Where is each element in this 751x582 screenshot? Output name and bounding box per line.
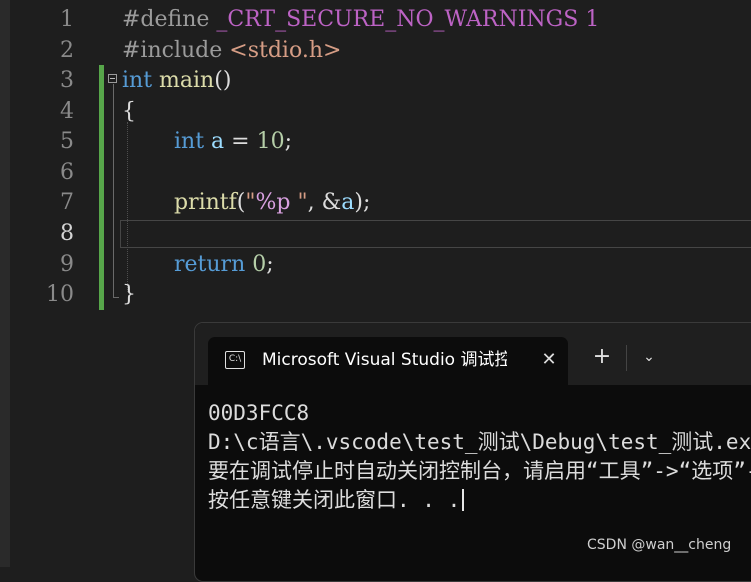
line-number: 5 [60,129,74,154]
editor-left-margin [0,0,10,567]
close-icon[interactable]: ✕ [536,347,562,373]
line-number: 2 [60,38,74,63]
number-literal: 10 [256,129,285,154]
function-name: printf [174,190,237,215]
code-line-3[interactable]: int main() [122,66,231,96]
change-indicator-bar [99,65,104,310]
type-keyword: int [122,68,153,93]
new-tab-button[interactable]: + [590,345,614,369]
semicolon: ; [284,129,293,154]
close-paren: ); [354,190,371,215]
tab-separator [626,345,627,371]
semicolon: ; [266,252,274,277]
code-line-4[interactable]: { [122,97,136,127]
chevron-down-icon[interactable]: ⌄ [637,345,661,369]
preprocessor-directive: #define [122,7,210,32]
code-line-7[interactable]: printf("%p ", &a); [174,188,370,218]
console-tab-title: Microsoft Visual Studio 调试控制台 [262,350,507,370]
line-number: 6 [60,160,74,185]
current-line-highlight [120,220,751,248]
console-tab-bar: C:\ Microsoft Visual Studio 调试控制台 ✕ + ⌄ [195,323,751,385]
indent-guide [127,122,128,292]
line-number: 1 [60,7,74,32]
console-prompt-text: 按任意键关闭此窗口. . . [208,488,461,512]
open-brace: { [122,99,136,124]
line-number-active: 8 [60,221,74,246]
fold-guide-end [113,297,119,298]
line-number: 7 [60,190,74,215]
code-line-10[interactable]: } [122,280,136,310]
line-number: 4 [60,99,74,124]
line-number: 3 [60,68,74,93]
type-keyword: int [174,129,205,154]
console-output-line: D:\c语言\.vscode\test_测试\Debug\test_测试.exe [208,430,751,454]
collapse-icon[interactable] [108,74,117,83]
format-specifier: %p [255,190,291,215]
code-line-2[interactable]: #include <stdio.h> [122,36,341,66]
console-tab[interactable]: C:\ Microsoft Visual Studio 调试控制台 ✕ [208,337,568,385]
return-keyword: return [174,252,246,277]
parentheses: () [214,68,232,93]
line-number: 9 [60,252,74,277]
function-name: main [159,68,215,93]
address-operator: & [321,190,342,215]
code-line-9[interactable]: return 0; [174,250,274,280]
number-literal: 0 [252,252,267,277]
header-name: <stdio.h> [229,38,342,63]
preprocessor-directive: #include [122,38,223,63]
console-output[interactable]: 00D3FCC8 D:\c语言\.vscode\test_测试\Debug\te… [208,399,751,515]
close-brace: } [122,282,136,307]
console-output-line-prompt: 按任意键关闭此窗口. . . [208,486,751,515]
comma: , [307,190,322,215]
macro-value: 1 [585,7,600,32]
macro-name: _CRT_SECURE_NO_WARNINGS [216,7,579,32]
variable-name: a [211,129,225,154]
watermark: CSDN @wan__cheng [587,537,732,553]
console-output-line: 要在调试停止时自动关闭控制台，请启用“工具”->“选项”->“调试”->“调试停… [208,459,751,483]
line-number: 10 [46,282,74,307]
string-quote: " [245,190,256,215]
code-line-5[interactable]: int a = 10; [174,127,292,157]
assign-operator: = [231,129,250,154]
variable-name: a [341,190,355,215]
string-quote: " [290,190,308,215]
code-line-1[interactable]: #define _CRT_SECURE_NO_WARNINGS 1 [122,5,599,35]
fold-guide-line [113,84,114,298]
terminal-icon: C:\ [225,351,245,369]
text-cursor [462,489,465,511]
console-output-line: 00D3FCC8 [208,401,310,425]
